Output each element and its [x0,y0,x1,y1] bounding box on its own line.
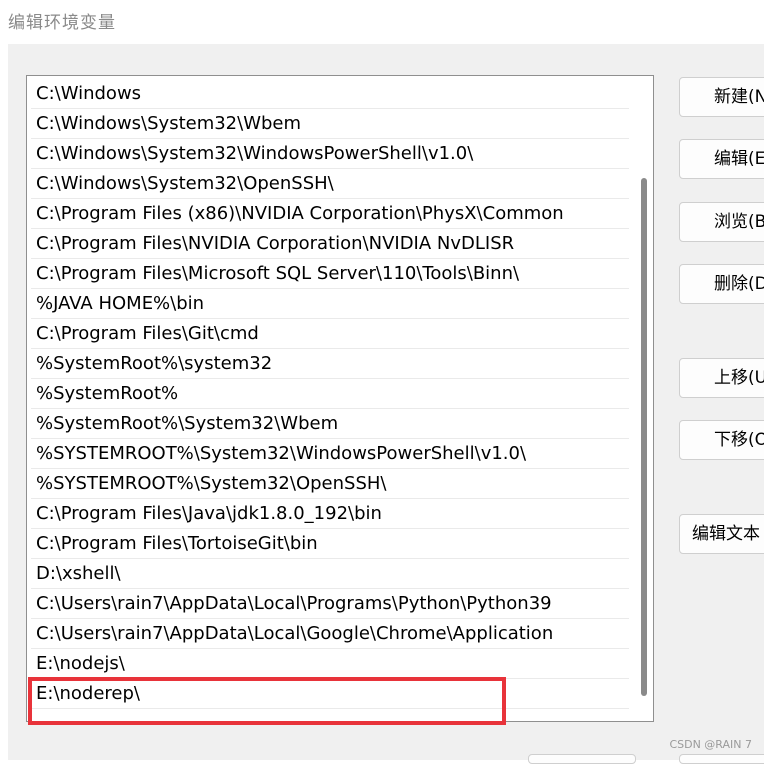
move-up-button[interactable]: 上移(U [679,358,764,398]
path-list-item[interactable]: D:\xshell\ [31,559,629,589]
path-list-item[interactable]: C:\Windows\System32\Wbem [31,109,629,139]
vertical-scrollbar[interactable] [633,76,653,721]
watermark: CSDN @RAIN 7 [669,738,752,751]
path-list-item[interactable]: C:\Program Files\Microsoft SQL Server\11… [31,259,629,289]
path-list-item[interactable]: C:\Users\rain7\AppData\Local\Programs\Py… [31,589,629,619]
path-list-item[interactable]: %JAVA HOME%\bin [31,289,629,319]
path-list-item[interactable]: C:\Program Files (x86)\NVIDIA Corporatio… [31,199,629,229]
path-list-item[interactable]: C:\Program Files\NVIDIA Corporation\NVID… [31,229,629,259]
move-down-button[interactable]: 下移(O [679,420,764,460]
path-list-item[interactable]: C:\Program Files\TortoiseGit\bin [31,529,629,559]
path-list-item[interactable]: E:\noderep\ [31,679,629,709]
path-list-item[interactable]: %SystemRoot%\system32 [31,349,629,379]
path-list-item[interactable]: C:\Users\rain7\AppData\Local\Google\Chro… [31,619,629,649]
path-list-item[interactable]: C:\Program Files\Git\cmd [31,319,629,349]
path-list-item[interactable]: %SYSTEMROOT%\System32\OpenSSH\ [31,469,629,499]
edit-text-button[interactable]: 编辑文本 [679,514,764,554]
browse-button[interactable]: 浏览(B [679,202,764,242]
new-button[interactable]: 新建(N [679,77,764,117]
path-list-item[interactable]: C:\Windows\System32\OpenSSH\ [31,169,629,199]
path-list-item[interactable]: %SystemRoot% [31,379,629,409]
path-list-item[interactable]: E:\nodejs\ [31,649,629,679]
path-list[interactable]: C:\Windows C:\Windows\System32\Wbem C:\Win… [26,75,654,722]
path-list-item[interactable]: %SystemRoot%\System32\Wbem [31,409,629,439]
ok-button[interactable] [528,754,636,764]
path-list-item[interactable]: C:\Program Files\Java\jdk1.8.0_192\bin [31,499,629,529]
path-list-item[interactable]: C:\Windows [31,79,629,109]
dialog-title: 编辑环境变量 [8,13,116,33]
scrollbar-thumb[interactable] [641,178,647,696]
delete-button[interactable]: 删除(D [679,264,764,304]
path-list-item[interactable]: %SYSTEMROOT%\System32\WindowsPowerShell\… [31,439,629,469]
edit-button[interactable]: 编辑(E [679,139,764,179]
path-list-item[interactable]: C:\Windows\System32\WindowsPowerShell\v1… [31,139,629,169]
cancel-button[interactable] [679,754,764,764]
